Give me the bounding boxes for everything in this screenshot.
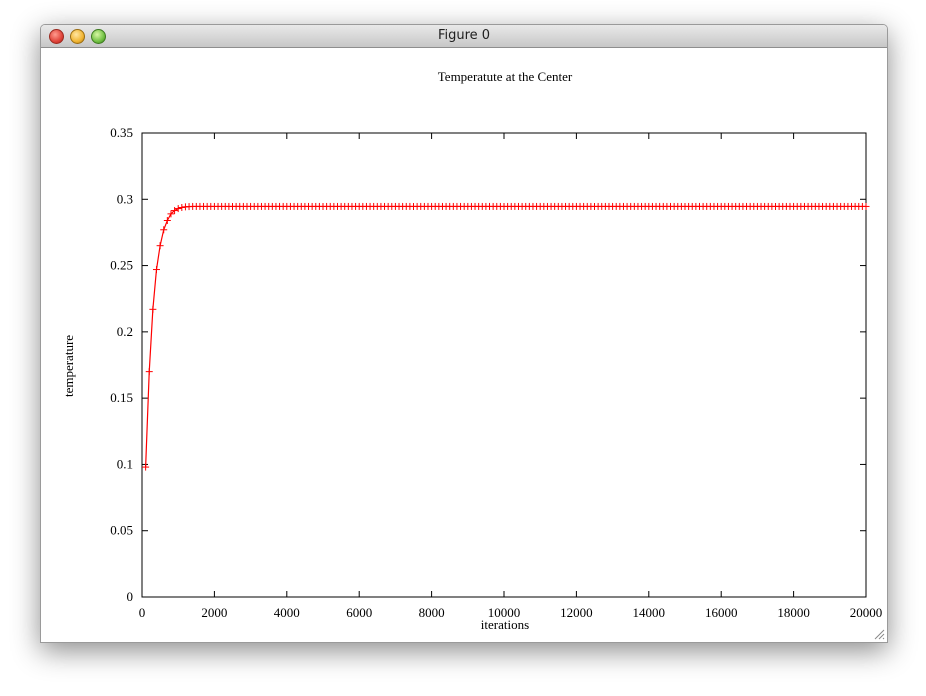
data-point bbox=[862, 202, 870, 210]
data-point bbox=[145, 368, 153, 376]
axis-ticks bbox=[141, 132, 867, 598]
figure-window: Figure 0 Temperatute at the Center tempe… bbox=[40, 24, 888, 643]
y-tick-label: 0.1 bbox=[117, 456, 133, 471]
y-tick-label: 0.15 bbox=[110, 390, 133, 405]
title-bar[interactable]: Figure 0 bbox=[41, 25, 887, 48]
data-point bbox=[178, 204, 186, 212]
window-title: Figure 0 bbox=[437, 28, 491, 43]
plot-frame bbox=[141, 132, 867, 598]
data-point bbox=[160, 226, 168, 234]
chart-title: Temperatute at the Center bbox=[438, 69, 573, 84]
data-point bbox=[163, 216, 171, 224]
x-tick-label: 18000 bbox=[777, 605, 810, 620]
x-tick-label: 10000 bbox=[488, 605, 521, 620]
y-tick-label: 0.3 bbox=[117, 191, 133, 206]
y-tick-label: 0.25 bbox=[110, 258, 133, 273]
y-tick-label: 0.05 bbox=[110, 523, 133, 538]
y-tick-label: 0.2 bbox=[117, 324, 133, 339]
y-tick-label: 0 bbox=[127, 589, 134, 604]
x-tick-label: 8000 bbox=[419, 605, 445, 620]
resize-grip-icon[interactable] bbox=[874, 629, 885, 640]
x-tick-label: 14000 bbox=[633, 605, 666, 620]
series-group bbox=[142, 202, 870, 471]
x-tick-label: 12000 bbox=[560, 605, 593, 620]
data-point bbox=[152, 266, 160, 274]
x-tick-label: 0 bbox=[139, 605, 146, 620]
y-tick-label: 0.35 bbox=[110, 125, 133, 140]
axis-tick-labels: 0 2000 4000 6000 8000 10000 12000 14000 16000 180… bbox=[110, 125, 882, 620]
x-tick-label: 6000 bbox=[346, 605, 372, 620]
data-point bbox=[156, 242, 164, 250]
y-axis-label: temperature bbox=[61, 335, 76, 397]
line-chart: Temperatute at the Center temperature it… bbox=[61, 69, 882, 632]
x-tick-label: 16000 bbox=[705, 605, 738, 620]
x-tick-label: 4000 bbox=[274, 605, 300, 620]
data-point bbox=[149, 305, 157, 313]
x-tick-label: 2000 bbox=[201, 605, 227, 620]
series-line bbox=[145, 205, 866, 468]
plot-area: Temperatute at the Center temperature it… bbox=[41, 48, 887, 642]
x-tick-label: 20000 bbox=[850, 605, 883, 620]
